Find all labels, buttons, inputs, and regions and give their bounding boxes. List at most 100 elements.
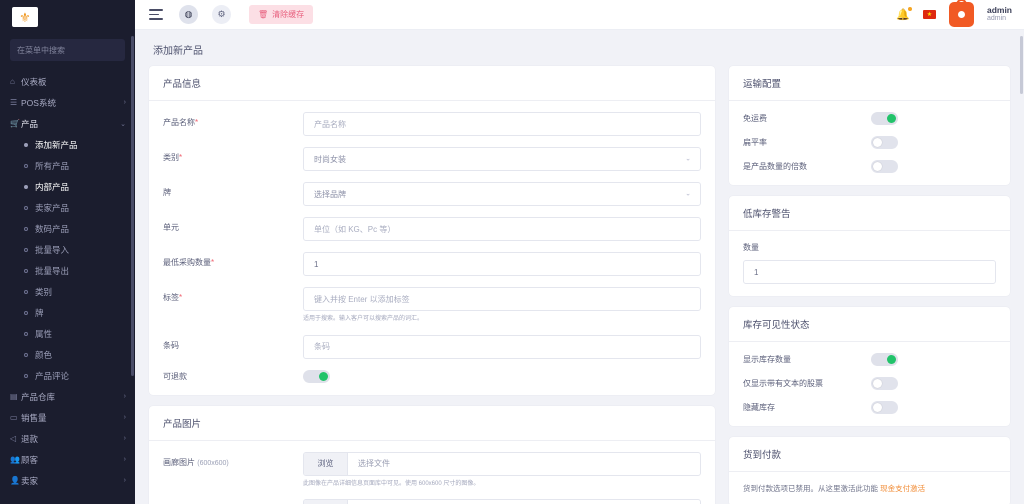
field-label: 单元 — [163, 217, 303, 233]
bullet-icon — [24, 248, 28, 252]
product-images-card: 产品图片 画廊图片 (600x600) 浏览 选择文件 此图像在产品详细信息页面… — [149, 406, 715, 504]
sidebar-item-pos[interactable]: ☰ POS系统 › — [0, 92, 135, 113]
field-control: 浏览 选择文件 此图像在所有产品框显示中可见。使用 300x300 尺寸的图像。… — [303, 499, 701, 504]
gallery-file-input[interactable]: 浏览 选择文件 — [303, 452, 701, 476]
hamburger-icon[interactable] — [149, 9, 165, 20]
sidebar-item-label: 销售量 — [21, 412, 124, 424]
sidebar-subitem-product-reviews[interactable]: 产品评论 — [0, 365, 135, 386]
sidebar-scrollbar[interactable] — [131, 36, 134, 376]
product-images-title: 产品图片 — [149, 406, 715, 441]
low-stock-qty-input[interactable] — [743, 260, 996, 284]
sidebar-item-sellers[interactable]: 👤 卖家 › — [0, 470, 135, 491]
field-refundable: 可退款 — [163, 370, 701, 383]
unit-input[interactable] — [303, 217, 701, 241]
avatar-inner-dot — [958, 11, 965, 18]
clear-cache-button[interactable]: 🗑 清除缓存 — [249, 5, 313, 24]
browse-button[interactable]: 浏览 — [304, 453, 348, 475]
sidebar-subitem-label: 添加新产品 — [35, 139, 78, 151]
globe-icon[interactable]: ◍ — [179, 5, 198, 24]
chevron-right-icon: › — [124, 435, 126, 442]
field-tags: 标签* 适用于搜索。输入客户可以搜索产品的词汇。 — [163, 287, 701, 324]
category-select[interactable]: 时尚女装 ⌄ — [303, 147, 701, 171]
low-stock-title: 低库存警告 — [729, 196, 1010, 231]
brand-select[interactable]: 选择品牌 ⌄ — [303, 182, 701, 206]
sidebar-subitem-attributes[interactable]: 属性 — [0, 323, 135, 344]
sidebar-subitem-seller-products[interactable]: 卖家产品 — [0, 197, 135, 218]
cod-message: 货到付款选项已禁用。从这里激活此功能 现金支付激活 — [743, 483, 996, 494]
cod-activate-link[interactable]: 现金支付激活 — [880, 484, 925, 493]
field-thumbnail-image: 缩略图图像 (300x300) 浏览 选择文件 此图像在所有产品框显示中可见。使… — [163, 499, 701, 504]
product-name-input[interactable] — [303, 112, 701, 136]
sidebar-subitem-bulk-import[interactable]: 批量导入 — [0, 239, 135, 260]
sidebar-item-sales[interactable]: ▭ 销售量 › — [0, 407, 135, 428]
product-info-title: 产品信息 — [149, 66, 715, 101]
warehouse-icon: ▤ — [10, 393, 21, 401]
page-title: 添加新产品 — [153, 42, 1010, 57]
notification-bell-icon[interactable]: 🔔 — [896, 8, 910, 21]
gear-icon[interactable]: ⚙ — [212, 5, 231, 24]
toggle-row-hide-stock: 隐藏库存 — [743, 401, 996, 414]
sidebar-item-label: 顾客 — [21, 454, 124, 466]
page-content: 添加新产品 产品信息 产品名称* — [135, 30, 1024, 504]
chevron-down-icon: ⌄ — [120, 120, 126, 128]
sidebar-item-label: 退款 — [21, 433, 124, 445]
field-barcode: 条码 — [163, 335, 701, 359]
sidebar-item-dashboard[interactable]: ⌂ 仪表板 — [0, 71, 135, 92]
browse-button[interactable]: 浏览 — [304, 500, 348, 504]
barcode-input[interactable] — [303, 335, 701, 359]
field-control — [303, 112, 701, 136]
brand-logo-wrap[interactable]: ⚜ — [0, 0, 135, 34]
page-scrollbar[interactable] — [1020, 36, 1023, 94]
field-control: 适用于搜索。输入客户可以搜索产品的词汇。 — [303, 287, 701, 324]
sidebar-item-refunds[interactable]: ◁ 退款 › — [0, 428, 135, 449]
menu-search-wrap — [0, 34, 135, 69]
sidebar-subitem-all-products[interactable]: 所有产品 — [0, 155, 135, 176]
file-name-text: 选择文件 — [348, 500, 700, 504]
toggle-row-show-stock-qty: 显示库存数量 — [743, 353, 996, 366]
tags-input[interactable] — [303, 287, 701, 311]
sales-icon: ▭ — [10, 414, 21, 422]
sidebar-subitem-internal-products[interactable]: 内部产品 — [0, 176, 135, 197]
right-column: 运输配置 免运费 扁平率 是产品数量的倍数 — [729, 66, 1010, 504]
field-control: 浏览 选择文件 此图像在产品详细信息页面库中可见。使用 600x600 尺寸的图… — [303, 452, 701, 489]
sidebar-item-warehouse[interactable]: ▤ 产品仓库 › — [0, 386, 135, 407]
toggle-row-free-shipping: 免运费 — [743, 112, 996, 125]
user-menu[interactable]: admin admin — [987, 6, 1012, 24]
stock-visibility-title: 库存可见性状态 — [729, 307, 1010, 342]
shipping-config-title: 运输配置 — [729, 66, 1010, 101]
sidebar-subitem-add-new-product[interactable]: 添加新产品 — [0, 134, 135, 155]
sidebar-item-products[interactable]: 🛒 产品 ⌄ — [0, 113, 135, 134]
sidebar-subitem-digital-products[interactable]: 数码产品 — [0, 218, 135, 239]
hide-stock-toggle[interactable] — [871, 401, 898, 414]
min-qty-input[interactable] — [303, 252, 701, 276]
field-unit: 单元 — [163, 217, 701, 241]
sidebar-subitem-label: 颜色 — [35, 349, 52, 361]
sidebar-item-customers[interactable]: 👥 顾客 › — [0, 449, 135, 470]
field-category: 类别* 时尚女装 ⌄ — [163, 147, 701, 171]
toggle-label: 扁平率 — [743, 137, 871, 148]
field-label: 产品名称* — [163, 112, 303, 128]
clear-cache-label: 清除缓存 — [272, 9, 304, 20]
multiply-qty-toggle[interactable] — [871, 160, 898, 173]
field-min-qty: 最低采购数量* — [163, 252, 701, 276]
free-shipping-toggle[interactable] — [871, 112, 898, 125]
sidebar-subitem-bulk-export[interactable]: 批量导出 — [0, 260, 135, 281]
language-flag-icon[interactable]: ★ — [923, 10, 936, 19]
menu-search-input[interactable] — [10, 39, 125, 61]
product-info-card: 产品信息 产品名称* 类别* — [149, 66, 715, 395]
show-stock-qty-toggle[interactable] — [871, 353, 898, 366]
toggle-row-multiply-qty: 是产品数量的倍数 — [743, 160, 996, 173]
seller-icon: 👤 — [10, 477, 21, 485]
brand-select-value: 选择品牌 — [314, 189, 346, 200]
toggle-label: 隐藏库存 — [743, 402, 871, 413]
refundable-toggle[interactable] — [303, 370, 330, 383]
flat-rate-toggle[interactable] — [871, 136, 898, 149]
avatar[interactable] — [949, 2, 974, 27]
field-label: 画廊图片 (600x600) — [163, 452, 303, 468]
sidebar-subitem-brands[interactable]: 牌 — [0, 302, 135, 323]
stock-visibility-card: 库存可见性状态 显示库存数量 仅显示带有文本的股票 隐藏库存 — [729, 307, 1010, 426]
thumbnail-file-input[interactable]: 浏览 选择文件 — [303, 499, 701, 504]
show-text-only-toggle[interactable] — [871, 377, 898, 390]
sidebar-subitem-colors[interactable]: 颜色 — [0, 344, 135, 365]
sidebar-subitem-categories[interactable]: 类别 — [0, 281, 135, 302]
